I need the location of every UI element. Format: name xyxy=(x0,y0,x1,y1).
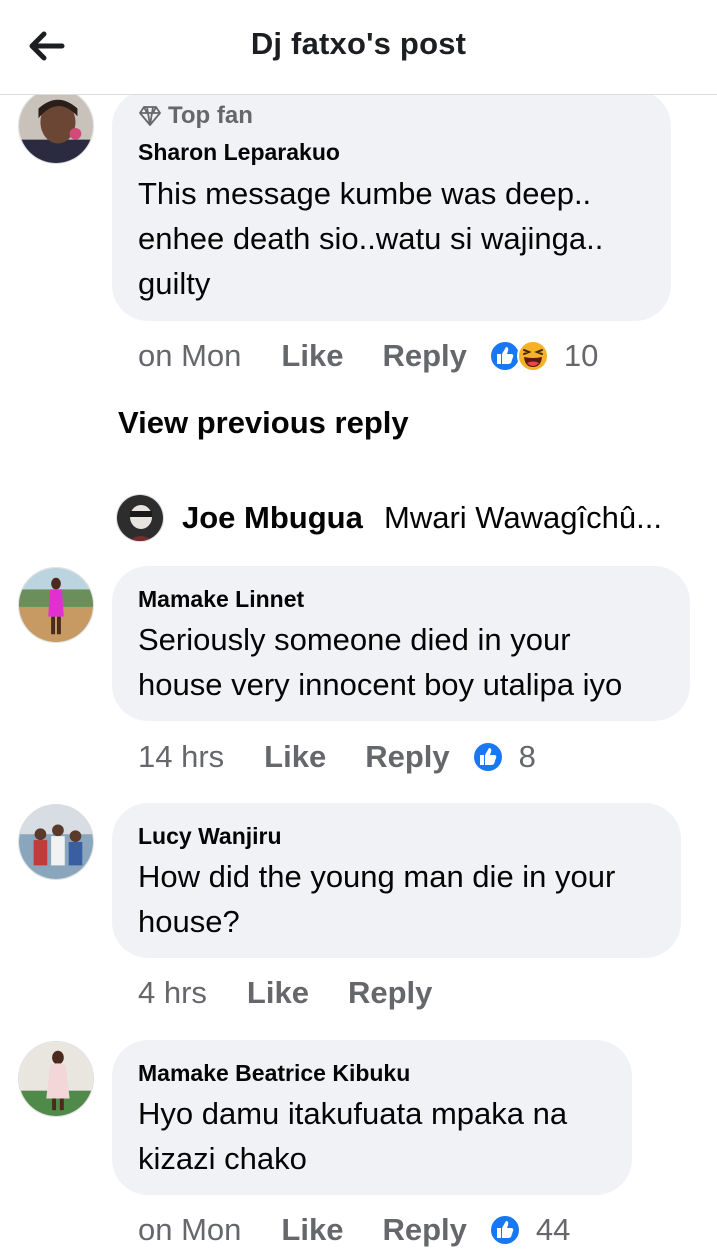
like-button[interactable]: Like xyxy=(281,338,343,374)
like-button[interactable]: Like xyxy=(281,1212,343,1248)
avatar[interactable] xyxy=(18,804,94,880)
comment-actions: on Mon Like Reply 44 xyxy=(138,1210,570,1250)
comment-bubble[interactable]: Mamake Beatrice Kibuku Hyo damu itakufua… xyxy=(112,1040,632,1195)
like-button[interactable]: Like xyxy=(264,739,326,775)
reply-button[interactable]: Reply xyxy=(348,975,432,1011)
comment-author[interactable]: Sharon Leparakuo xyxy=(138,139,340,166)
comment-bubble[interactable]: Top fan Sharon Leparakuo This message ku… xyxy=(112,90,671,321)
reactions[interactable]: 10 xyxy=(488,338,598,374)
like-reaction-icon xyxy=(488,1214,521,1246)
comment-time[interactable]: on Mon xyxy=(138,1212,241,1248)
avatar[interactable] xyxy=(18,567,94,643)
reaction-count: 44 xyxy=(535,1212,571,1247)
reply-button[interactable]: Reply xyxy=(382,1212,466,1248)
haha-reaction-icon xyxy=(516,340,549,372)
comment-author[interactable]: Mamake Beatrice Kibuku xyxy=(138,1060,410,1087)
view-previous-reply-link[interactable]: View previous reply xyxy=(118,405,409,441)
avatar[interactable] xyxy=(18,88,94,164)
reply-button[interactable]: Reply xyxy=(365,739,449,775)
reply-snippet: Mwari Wawagîchû... xyxy=(384,500,662,535)
comment-text: Seriously someone died in your house ver… xyxy=(138,622,623,702)
top-fan-label: Top fan xyxy=(168,102,253,129)
page-title: Dj fatxo's post xyxy=(250,26,467,61)
comment-actions: 14 hrs Like Reply 8 xyxy=(138,737,536,777)
comment-text: This message kumbe was deep.. enhee deat… xyxy=(138,176,604,301)
comment-text: Hyo damu itakufuata mpaka na kizazi chak… xyxy=(138,1096,568,1176)
reactions[interactable]: 8 xyxy=(471,739,536,775)
reply-button[interactable]: Reply xyxy=(382,338,466,374)
like-reaction-icon xyxy=(471,741,504,773)
diamond-icon xyxy=(139,106,161,126)
comment-bubble[interactable]: Mamake Linnet Seriously someone died in … xyxy=(112,566,690,721)
reply-author: Joe Mbugua xyxy=(182,500,363,535)
avatar[interactable] xyxy=(18,1041,94,1117)
comment-author[interactable]: Mamake Linnet xyxy=(138,586,304,613)
comment-text: How did the young man die in your house? xyxy=(138,859,616,939)
like-button[interactable]: Like xyxy=(247,975,309,1011)
app-header: Dj fatxo's post xyxy=(0,0,717,95)
reactions[interactable]: 44 xyxy=(488,1212,570,1248)
comment-time[interactable]: on Mon xyxy=(138,338,241,374)
comment-time[interactable]: 14 hrs xyxy=(138,739,224,775)
reaction-count: 10 xyxy=(563,338,599,373)
comment-actions: 4 hrs Like Reply xyxy=(138,973,471,1013)
comment-time[interactable]: 4 hrs xyxy=(138,975,207,1011)
top-fan-badge: Top fan xyxy=(138,102,253,130)
comment-bubble[interactable]: Lucy Wanjiru How did the young man die i… xyxy=(112,803,681,958)
reply-preview[interactable]: Joe Mbugua Mwari Wawagîchû... xyxy=(116,494,696,542)
avatar[interactable] xyxy=(116,494,164,542)
reaction-count: 8 xyxy=(518,739,536,774)
comment-author[interactable]: Lucy Wanjiru xyxy=(138,823,282,850)
comment-actions: on Mon Like Reply 10 xyxy=(138,336,598,376)
